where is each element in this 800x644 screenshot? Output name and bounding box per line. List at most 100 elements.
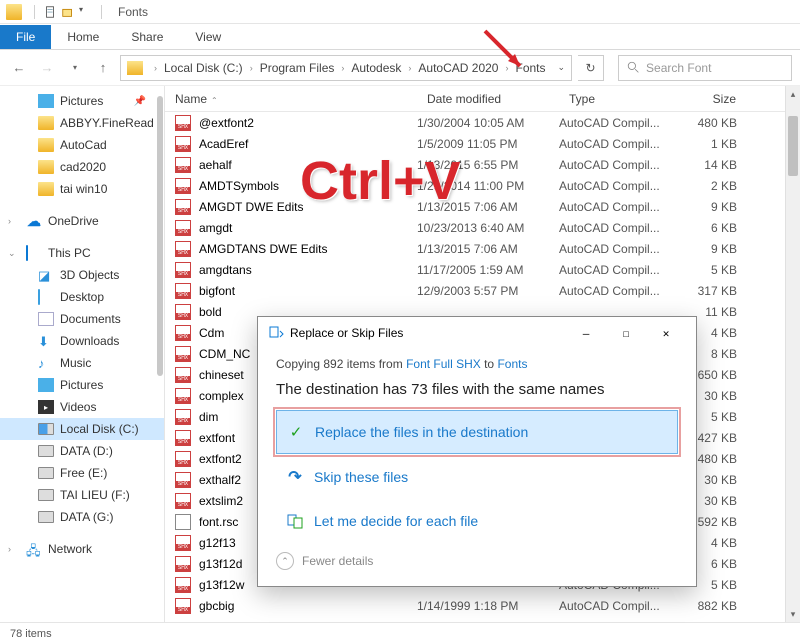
crumb-2[interactable]: Autodesk: [349, 61, 403, 75]
expand-icon[interactable]: ›: [8, 544, 11, 554]
chevron-up-icon: ⌃: [276, 552, 294, 570]
sidebar-item-3dobjects[interactable]: ◪3D Objects: [0, 264, 164, 286]
crumb-0[interactable]: Local Disk (C:): [162, 61, 245, 75]
sidebar-item-label: ABBYY.FineRead: [60, 116, 154, 130]
tab-home[interactable]: Home: [51, 25, 115, 49]
dialog-source-link[interactable]: Font Full SHX: [406, 357, 481, 371]
crumb-3[interactable]: AutoCAD 2020: [416, 61, 500, 75]
sidebar-item-documents[interactable]: Documents: [0, 308, 164, 330]
replace-or-skip-dialog: Replace or Skip Files — ☐ ✕ Copying 892 …: [257, 316, 697, 587]
option-skip[interactable]: ↷ Skip these files: [276, 456, 678, 498]
sidebar-item-taiwin10[interactable]: tai win10: [0, 178, 164, 200]
minimize-button[interactable]: —: [566, 317, 606, 349]
file-type: AutoCAD Compil...: [559, 284, 677, 298]
content-scrollbar[interactable]: ▴ ▾: [785, 86, 800, 622]
network-icon: 🖧: [26, 542, 42, 556]
dialog-titlebar: Replace or Skip Files — ☐ ✕: [258, 317, 696, 349]
sidebar-item-pictures-qa[interactable]: Pictures📌: [0, 90, 164, 112]
scroll-down-icon[interactable]: ▾: [786, 606, 800, 622]
file-row[interactable]: amgdtans11/17/2005 1:59 AMAutoCAD Compil…: [165, 259, 800, 280]
close-button[interactable]: ✕: [646, 317, 686, 349]
file-icon: [175, 577, 191, 593]
sidebar-item-label: This PC: [48, 246, 91, 260]
file-row[interactable]: amgdt10/23/2013 6:40 AMAutoCAD Compil...…: [165, 217, 800, 238]
chevron-right-icon[interactable]: ›: [403, 63, 416, 73]
file-type: AutoCAD Compil...: [559, 158, 677, 172]
file-icon: [175, 283, 191, 299]
search-input[interactable]: Search Font: [618, 55, 792, 81]
maximize-button[interactable]: ☐: [606, 317, 646, 349]
sidebar-item-localdisk-c[interactable]: Local Disk (C:): [0, 418, 164, 440]
sidebar-item-autocad[interactable]: AutoCad: [0, 134, 164, 156]
chevron-right-icon[interactable]: ›: [245, 63, 258, 73]
file-icon: [175, 514, 191, 530]
sidebar-item-data-d[interactable]: DATA (D:): [0, 440, 164, 462]
file-icon: [175, 430, 191, 446]
sidebar-item-music[interactable]: ♪Music: [0, 352, 164, 374]
dialog-dest-link[interactable]: Fonts: [497, 357, 527, 371]
collapse-icon[interactable]: ⌄: [8, 248, 16, 259]
file-icon: [175, 535, 191, 551]
crumb-1[interactable]: Program Files: [258, 61, 337, 75]
sidebar-item-data-g[interactable]: DATA (G:): [0, 506, 164, 528]
sidebar-item-network[interactable]: › 🖧 Network: [0, 538, 164, 560]
file-row[interactable]: aehalf1/13/2015 6:55 PMAutoCAD Compil...…: [165, 154, 800, 175]
file-name: AcadEref: [199, 137, 417, 151]
qat-new-folder-icon[interactable]: [61, 5, 75, 19]
file-row[interactable]: @extfont21/30/2004 10:05 AMAutoCAD Compi…: [165, 112, 800, 133]
column-type[interactable]: Type: [559, 92, 677, 106]
file-date: 1/13/2015 6:55 PM: [417, 158, 559, 172]
refresh-button[interactable]: ↻: [578, 55, 604, 81]
pc-icon: [26, 246, 42, 260]
tab-share[interactable]: Share: [115, 25, 179, 49]
nav-back[interactable]: ←: [8, 57, 30, 79]
file-row[interactable]: gbcbig1/14/1999 1:18 PMAutoCAD Compil...…: [165, 595, 800, 616]
qat-properties-icon[interactable]: [43, 5, 57, 19]
sidebar-item-pictures[interactable]: Pictures: [0, 374, 164, 396]
sidebar-scrollbar[interactable]: [157, 96, 163, 376]
column-name[interactable]: Name⌃: [165, 92, 417, 106]
file-row[interactable]: AMDTSymbols1/29/2014 11:00 PMAutoCAD Com…: [165, 175, 800, 196]
sidebar-item-tailieu-f[interactable]: TAI LIEU (F:): [0, 484, 164, 506]
sidebar-item-free-e[interactable]: Free (E:): [0, 462, 164, 484]
column-size[interactable]: Size: [677, 92, 757, 106]
sidebar-item-abbyy[interactable]: ABBYY.FineRead: [0, 112, 164, 134]
nav-recent-dropdown[interactable]: ▾: [64, 57, 86, 79]
scroll-thumb[interactable]: [788, 116, 798, 176]
file-row[interactable]: bigfont12/9/2003 5:57 PMAutoCAD Compil..…: [165, 280, 800, 301]
dialog-copying-text: Copying 892 items from Font Full SHX to …: [276, 357, 678, 371]
chevron-right-icon[interactable]: ›: [500, 63, 513, 73]
option-decide[interactable]: Let me decide for each file: [276, 500, 678, 542]
file-row[interactable]: AMGDTANS DWE Edits1/13/2015 7:06 AMAutoC…: [165, 238, 800, 259]
address-dropdown-icon[interactable]: ⌄: [558, 62, 566, 73]
file-row[interactable]: AcadEref1/5/2009 11:05 PMAutoCAD Compil.…: [165, 133, 800, 154]
scroll-up-icon[interactable]: ▴: [786, 86, 800, 102]
sidebar-item-label: Network: [48, 542, 92, 556]
qat-dropdown-icon[interactable]: ▾: [79, 5, 93, 19]
nav-up[interactable]: ↑: [92, 57, 114, 79]
fewer-details-button[interactable]: ⌃ Fewer details: [276, 552, 678, 570]
chevron-right-icon[interactable]: ›: [149, 63, 162, 73]
sidebar-item-desktop[interactable]: Desktop: [0, 286, 164, 308]
file-row[interactable]: AMGDT DWE Edits1/13/2015 7:06 AMAutoCAD …: [165, 196, 800, 217]
column-headers: Name⌃ Date modified Type Size: [165, 86, 800, 112]
tab-file[interactable]: File: [0, 25, 51, 49]
address-bar[interactable]: › Local Disk (C:) › Program Files › Auto…: [120, 55, 572, 81]
sidebar-item-downloads[interactable]: ⬇Downloads: [0, 330, 164, 352]
option-replace[interactable]: ✓ Replace the files in the destination: [276, 410, 678, 454]
file-size: 6 KB: [677, 221, 747, 235]
file-icon: [175, 241, 191, 257]
sidebar-item-cad2020[interactable]: cad2020: [0, 156, 164, 178]
nav-forward[interactable]: →: [36, 57, 58, 79]
divider: [101, 5, 102, 19]
crumb-4[interactable]: Fonts: [513, 61, 547, 75]
expand-icon[interactable]: ›: [8, 216, 11, 226]
column-date[interactable]: Date modified: [417, 92, 559, 106]
file-icon: [175, 199, 191, 215]
sidebar-item-videos[interactable]: ▸Videos: [0, 396, 164, 418]
sidebar-item-thispc[interactable]: ⌄ This PC: [0, 242, 164, 264]
tab-view[interactable]: View: [179, 25, 237, 49]
sidebar-item-onedrive[interactable]: ›☁OneDrive: [0, 210, 164, 232]
chevron-right-icon[interactable]: ›: [336, 63, 349, 73]
file-type: AutoCAD Compil...: [559, 263, 677, 277]
